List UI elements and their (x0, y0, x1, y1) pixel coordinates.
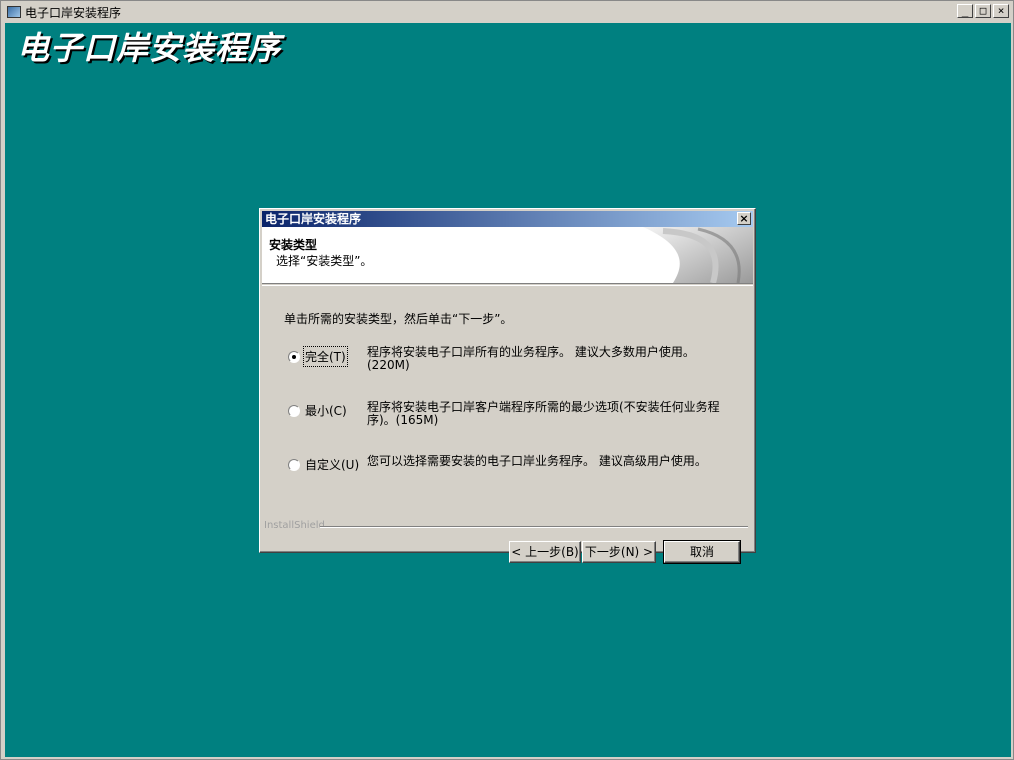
window-controls: _ □ × (957, 4, 1009, 18)
dialog-titlebar: 电子口岸安装程序 × (262, 211, 753, 227)
option-minimal-label[interactable]: 最小(C) (305, 402, 347, 419)
option-custom[interactable]: 自定义(U) (288, 456, 359, 473)
option-minimal[interactable]: 最小(C) (288, 402, 347, 419)
option-custom-desc: 您可以选择需要安装的电子口岸业务程序。 建议高级用户使用。 (367, 454, 707, 468)
radio-custom[interactable] (288, 458, 300, 471)
app-icon (7, 6, 21, 18)
radio-minimal[interactable] (288, 404, 300, 417)
cancel-button[interactable]: 取消 (663, 540, 741, 564)
banner-title: 电子口岸安装程序 (17, 29, 282, 67)
installer-window: 电子口岸安装程序 _ □ × 电子口岸安装程序 电子口岸安装程序 × 安装类型 … (0, 0, 1014, 760)
option-complete[interactable]: 完全(T) (288, 346, 348, 367)
minimize-button[interactable]: _ (957, 4, 973, 18)
option-custom-label[interactable]: 自定义(U) (305, 456, 359, 473)
window-titlebar: 电子口岸安装程序 _ □ × (3, 3, 1011, 21)
setup-type-dialog: 电子口岸安装程序 × 安装类型 选择“安装类型”。 单击所需的安装类型，然后单击… (259, 208, 756, 564)
window-title: 电子口岸安装程序 (25, 5, 122, 20)
dialog-close-button[interactable]: × (737, 212, 751, 225)
instruction-text: 单击所需的安装类型，然后单击“下一步”。 (284, 312, 513, 326)
next-button[interactable]: 下一步(N) > (582, 541, 656, 563)
header-title: 安装类型 (269, 238, 318, 252)
dialog-header: 安装类型 选择“安装类型”。 (262, 227, 753, 284)
option-complete-desc: 程序将安装电子口岸所有的业务程序。 建议大多数用户使用。(220M) (367, 345, 695, 372)
installer-background: 电子口岸安装程序 电子口岸安装程序 × 安装类型 选择“安装类型”。 单击所需的… (5, 23, 1011, 757)
back-button[interactable]: < 上一步(B) (509, 541, 581, 563)
header-divider (262, 285, 753, 286)
header-graphic (643, 227, 753, 283)
maximize-button[interactable]: □ (975, 4, 991, 18)
header-subtitle: 选择“安装类型”。 (276, 254, 373, 268)
dialog-title: 电子口岸安装程序 (265, 212, 362, 226)
close-button[interactable]: × (993, 4, 1009, 18)
installshield-brand: InstallShield (264, 520, 325, 531)
option-minimal-desc: 程序将安装电子口岸客户端程序所需的最少选项(不安装任何业务程序)。(165M) (367, 400, 720, 427)
option-complete-label[interactable]: 完全(T) (303, 346, 348, 367)
radio-complete[interactable] (288, 350, 300, 363)
brand-divider (320, 526, 748, 528)
